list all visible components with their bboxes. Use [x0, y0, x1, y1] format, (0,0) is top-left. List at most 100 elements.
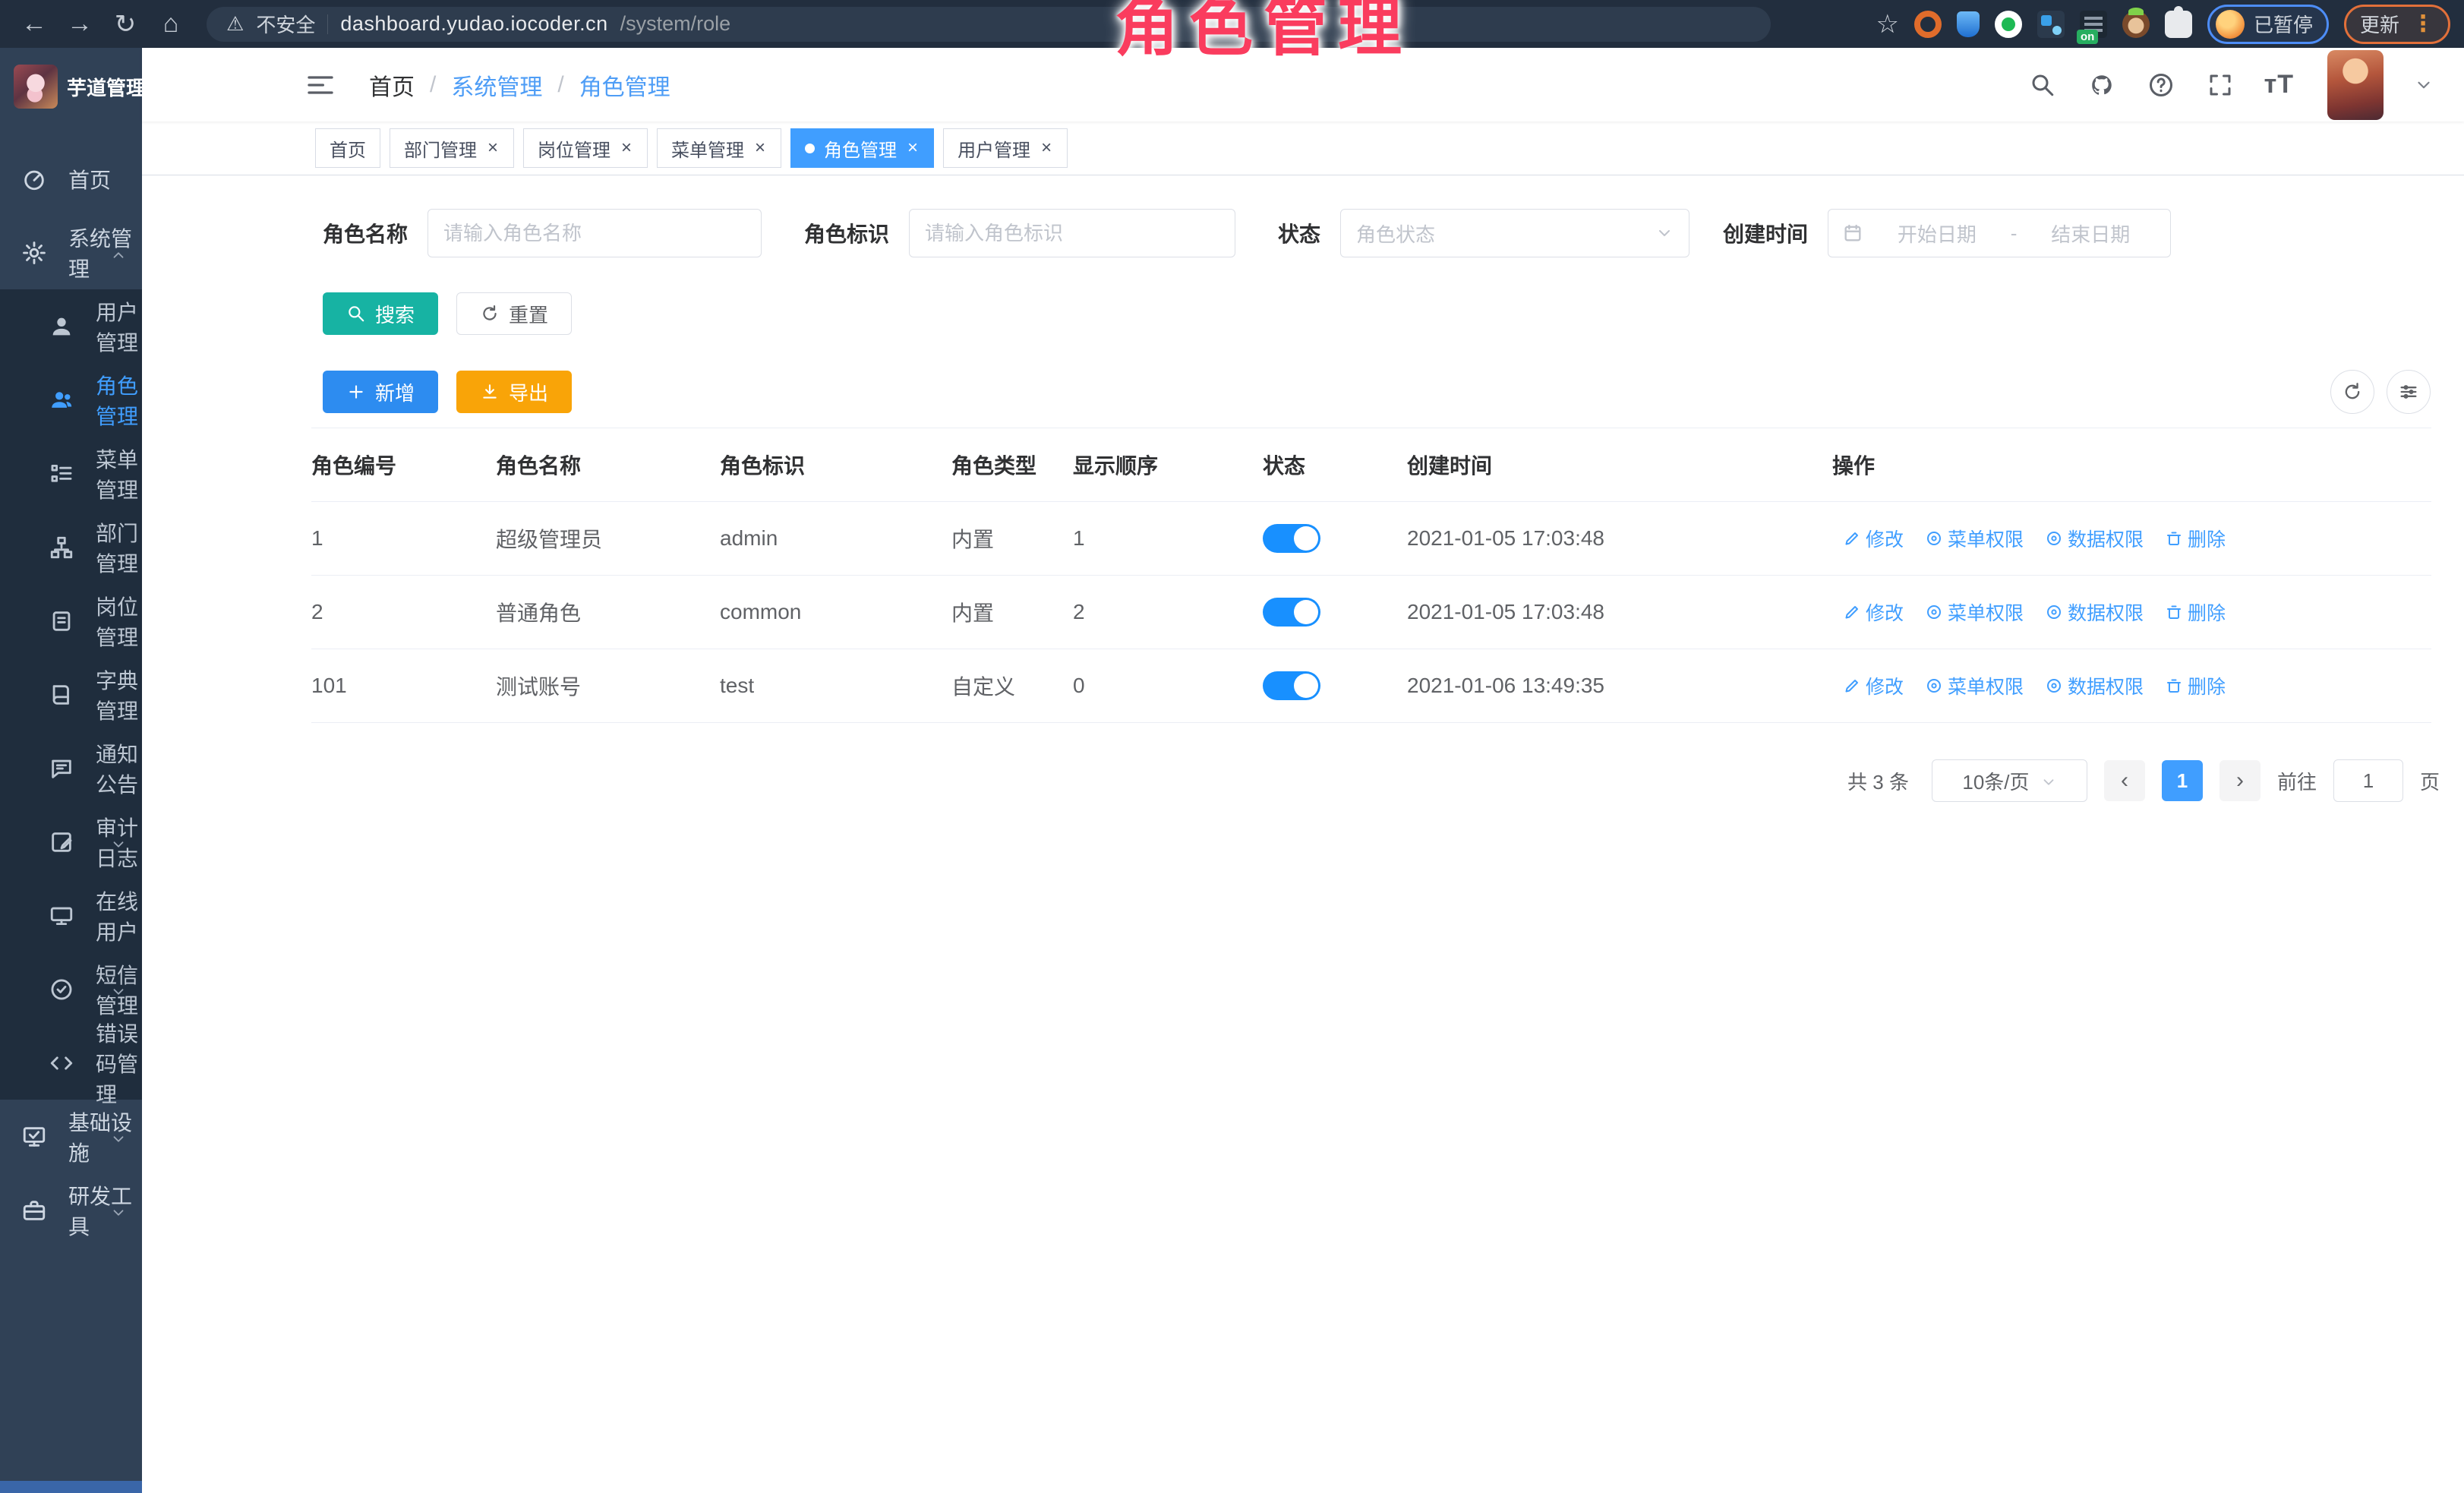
end-date-placeholder[interactable]: 结束日期: [2024, 219, 2156, 248]
sidebar-item-notice[interactable]: 通知公告: [0, 731, 142, 805]
browser-home-icon[interactable]: ⌂: [150, 6, 191, 43]
action-数据权限[interactable]: 数据权限: [2045, 672, 2144, 699]
prev-page-button[interactable]: ‹: [2104, 760, 2145, 801]
action-删除[interactable]: 删除: [2165, 598, 2226, 626]
sidebar-item-system[interactable]: 系统管理: [0, 216, 142, 289]
cell: 普通角色: [496, 576, 720, 649]
page-size-select[interactable]: 10条/页: [1932, 759, 2087, 802]
extension-dark-lines-icon[interactable]: on: [2080, 11, 2107, 38]
action-删除[interactable]: 删除: [2165, 672, 2226, 699]
sidebar-item-role[interactable]: 角色管理: [0, 363, 142, 437]
next-page-button[interactable]: ›: [2219, 760, 2261, 801]
sidebar-item-post[interactable]: 岗位管理: [0, 584, 142, 658]
plus-icon: [346, 382, 366, 402]
tab-首页[interactable]: 首页: [315, 128, 380, 168]
tab-部门管理[interactable]: 部门管理×: [390, 128, 514, 168]
tab-用户管理[interactable]: 用户管理 ×: [943, 128, 1068, 168]
browser-forward-icon[interactable]: →: [59, 6, 100, 43]
action-修改[interactable]: 修改: [1843, 672, 1904, 699]
sidebar-item-infra[interactable]: 基础设施: [0, 1100, 142, 1173]
extension-orange-ring-icon[interactable]: [1914, 11, 1942, 38]
table-row: 1超级管理员admin内置12021-01-05 17:03:48修改菜单权限数…: [311, 502, 2431, 576]
close-icon[interactable]: ×: [1040, 137, 1053, 159]
tab-角色管理[interactable]: 角色管理×: [790, 128, 934, 168]
browser-menu-kebab-icon[interactable]: ⋮: [2412, 11, 2434, 37]
create-time-range-picker[interactable]: 开始日期 - 结束日期: [1828, 209, 2171, 257]
bookmark-star-icon[interactable]: ☆: [1876, 9, 1898, 39]
sidebar-item-menu[interactable]: 菜单管理: [0, 437, 142, 510]
font-size-icon[interactable]: тT: [2264, 70, 2294, 99]
not-secure-label: 不安全: [256, 10, 315, 38]
sidebar-item-label: 用户管理: [96, 296, 142, 357]
sidebar-item-errcode[interactable]: 错误码管理: [0, 1026, 142, 1100]
tab-岗位管理[interactable]: 岗位管理×: [523, 128, 648, 168]
role-name-input[interactable]: [427, 209, 762, 257]
sidebar-item-label: 在线用户: [96, 885, 142, 946]
help-icon[interactable]: [2146, 70, 2176, 100]
action-数据权限[interactable]: 数据权限: [2045, 598, 2144, 626]
browser-back-icon[interactable]: ←: [14, 6, 55, 43]
action-修改[interactable]: 修改: [1843, 525, 1904, 552]
extension-blue-shield-icon[interactable]: [1957, 11, 1980, 37]
breadcrumb-item[interactable]: 角色管理: [579, 68, 670, 102]
sidebar-item-home[interactable]: 首页: [0, 142, 142, 216]
action-修改[interactable]: 修改: [1843, 598, 1904, 626]
page-1-button[interactable]: 1: [2162, 760, 2203, 801]
sidebar-item-user[interactable]: 用户管理: [0, 289, 142, 363]
action-数据权限[interactable]: 数据权限: [2045, 525, 2144, 552]
status-select[interactable]: 角色状态: [1340, 209, 1689, 257]
refresh-table-button[interactable]: [2330, 370, 2374, 414]
sidebar-logo-row[interactable]: 芋道管理系统: [0, 48, 142, 122]
close-icon[interactable]: ×: [486, 137, 500, 159]
status-toggle[interactable]: [1263, 524, 1320, 553]
extensions-puzzle-icon[interactable]: [2165, 11, 2192, 38]
export-button[interactable]: 导出: [456, 371, 572, 413]
user-avatar[interactable]: [2327, 50, 2384, 120]
cell-status: [1263, 576, 1407, 649]
breadcrumb-item[interactable]: 首页: [369, 68, 415, 102]
add-button[interactable]: 新增: [323, 371, 438, 413]
sidebar-item-online[interactable]: 在线用户: [0, 879, 142, 952]
url-bar[interactable]: ⚠ 不安全 dashboard.yudao.iocoder.cn/system/…: [207, 7, 1771, 42]
fullscreen-icon[interactable]: [2205, 70, 2235, 100]
sidebar-item-sms[interactable]: 短信管理: [0, 952, 142, 1026]
search-button[interactable]: 搜索: [323, 292, 438, 335]
ring-icon: [2045, 529, 2063, 548]
action-菜单权限[interactable]: 菜单权限: [1925, 598, 2024, 626]
breadcrumb-item[interactable]: 系统管理: [451, 68, 542, 102]
extension-green-circle-icon[interactable]: [1995, 11, 2022, 38]
status-toggle[interactable]: [1263, 598, 1320, 627]
role-key-input[interactable]: [909, 209, 1235, 257]
action-菜单权限[interactable]: 菜单权限: [1925, 525, 2024, 552]
sidebar-item-dept[interactable]: 部门管理: [0, 510, 142, 584]
range-separator: -: [2011, 222, 2018, 245]
close-icon[interactable]: ×: [620, 137, 633, 159]
search-icon[interactable]: [2027, 70, 2058, 100]
action-删除[interactable]: 删除: [2165, 525, 2226, 552]
start-date-placeholder[interactable]: 开始日期: [1871, 219, 2003, 248]
github-icon[interactable]: [2087, 70, 2117, 100]
profile-paused-button[interactable]: 已暂停: [2207, 5, 2329, 44]
browser-reload-icon[interactable]: ↻: [105, 6, 146, 43]
cell: 2: [1073, 576, 1263, 649]
extension-monkey-icon[interactable]: [2122, 11, 2150, 38]
browser-update-button[interactable]: 更新 ⋮: [2344, 5, 2450, 44]
column-settings-button[interactable]: [2387, 370, 2431, 414]
breadcrumb-separator: /: [430, 72, 436, 98]
close-icon[interactable]: ×: [753, 137, 767, 159]
reset-button[interactable]: 重置: [456, 292, 572, 335]
browser-profile-avatar: [2216, 10, 2245, 39]
sidebar-item-dict[interactable]: 字典管理: [0, 658, 142, 731]
tab-菜单管理[interactable]: 菜单管理×: [657, 128, 781, 168]
action-菜单权限[interactable]: 菜单权限: [1925, 672, 2024, 699]
goto-page-input[interactable]: [2333, 759, 2403, 802]
close-icon[interactable]: ×: [906, 137, 920, 159]
status-toggle[interactable]: [1263, 671, 1320, 700]
hamburger-icon[interactable]: [305, 70, 336, 100]
sidebar-item-devtools[interactable]: 研发工具: [0, 1173, 142, 1247]
chevron-down-icon[interactable]: [2414, 75, 2434, 95]
extension-blue-cubes-icon[interactable]: [2037, 11, 2065, 38]
tab-label: 用户管理: [958, 135, 1030, 162]
sidebar-item-audit[interactable]: 审计日志: [0, 805, 142, 879]
not-secure-warning-icon[interactable]: ⚠: [226, 12, 244, 36]
